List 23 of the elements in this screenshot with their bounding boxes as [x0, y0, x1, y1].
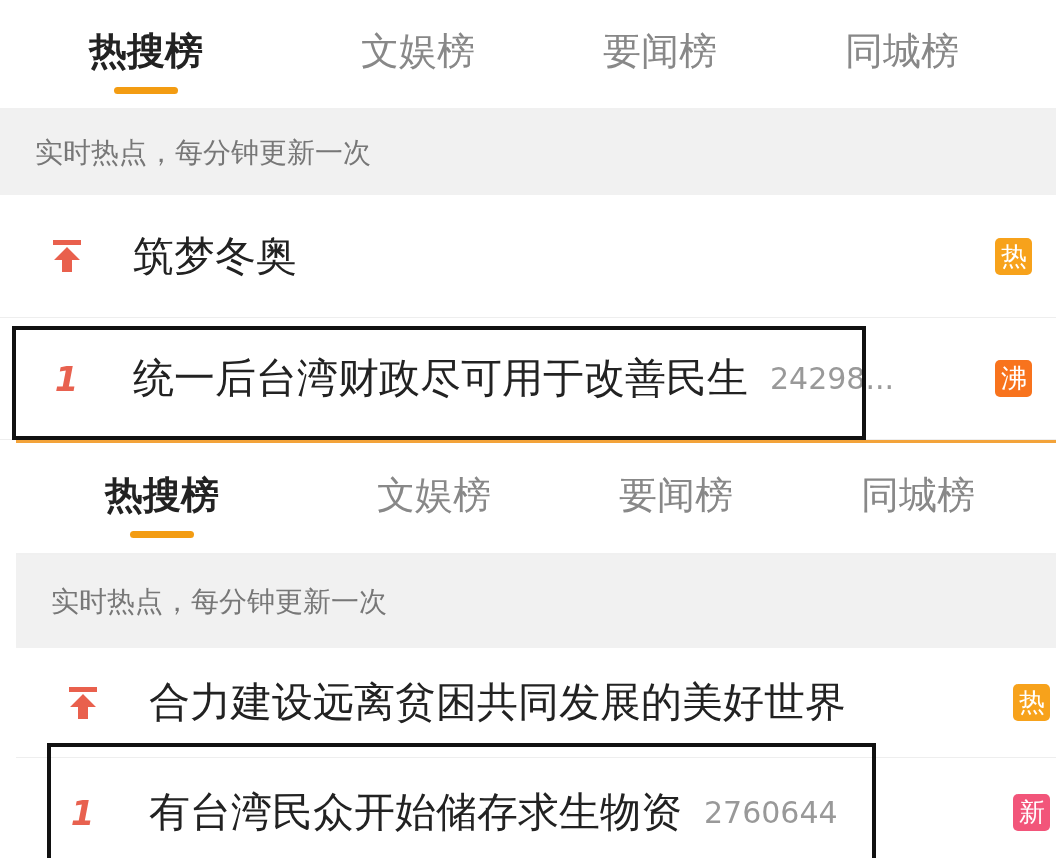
pin-to-top-icon: [51, 239, 82, 273]
tab[interactable]: 热搜榜: [71, 458, 313, 538]
notice-text: 实时热点，每分钟更新一次: [0, 110, 1056, 195]
topic-title[interactable]: 筑梦冬奥: [133, 228, 297, 284]
tab[interactable]: 要闻榜: [555, 458, 797, 538]
tab[interactable]: 要闻榜: [539, 14, 781, 94]
notice-text: 实时热点，每分钟更新一次: [16, 555, 1056, 648]
topic-title[interactable]: 合力建设远离贫困共同发展的美好世界: [149, 675, 846, 730]
topic-title[interactable]: 有台湾民众开始储存求生物资: [149, 785, 682, 840]
heat-count: 2760644: [704, 795, 838, 830]
pin-to-top-icon: [67, 685, 98, 720]
status-badge: 新: [1013, 794, 1050, 831]
tab[interactable]: 文娱榜: [297, 14, 539, 94]
status-badge: 热: [1013, 684, 1050, 721]
tab[interactable]: 同城榜: [781, 14, 1023, 94]
tab[interactable]: 热搜榜: [55, 14, 297, 94]
rank-number: 1: [54, 358, 79, 399]
status-badge: 热: [995, 237, 1032, 275]
status-badge: 沸: [995, 360, 1032, 397]
topic-title[interactable]: 统一后台湾财政尽可用于改善民生: [133, 351, 748, 406]
rank-number: 1: [70, 792, 95, 833]
tab[interactable]: 同城榜: [797, 458, 1039, 538]
tab[interactable]: 文娱榜: [313, 458, 555, 538]
